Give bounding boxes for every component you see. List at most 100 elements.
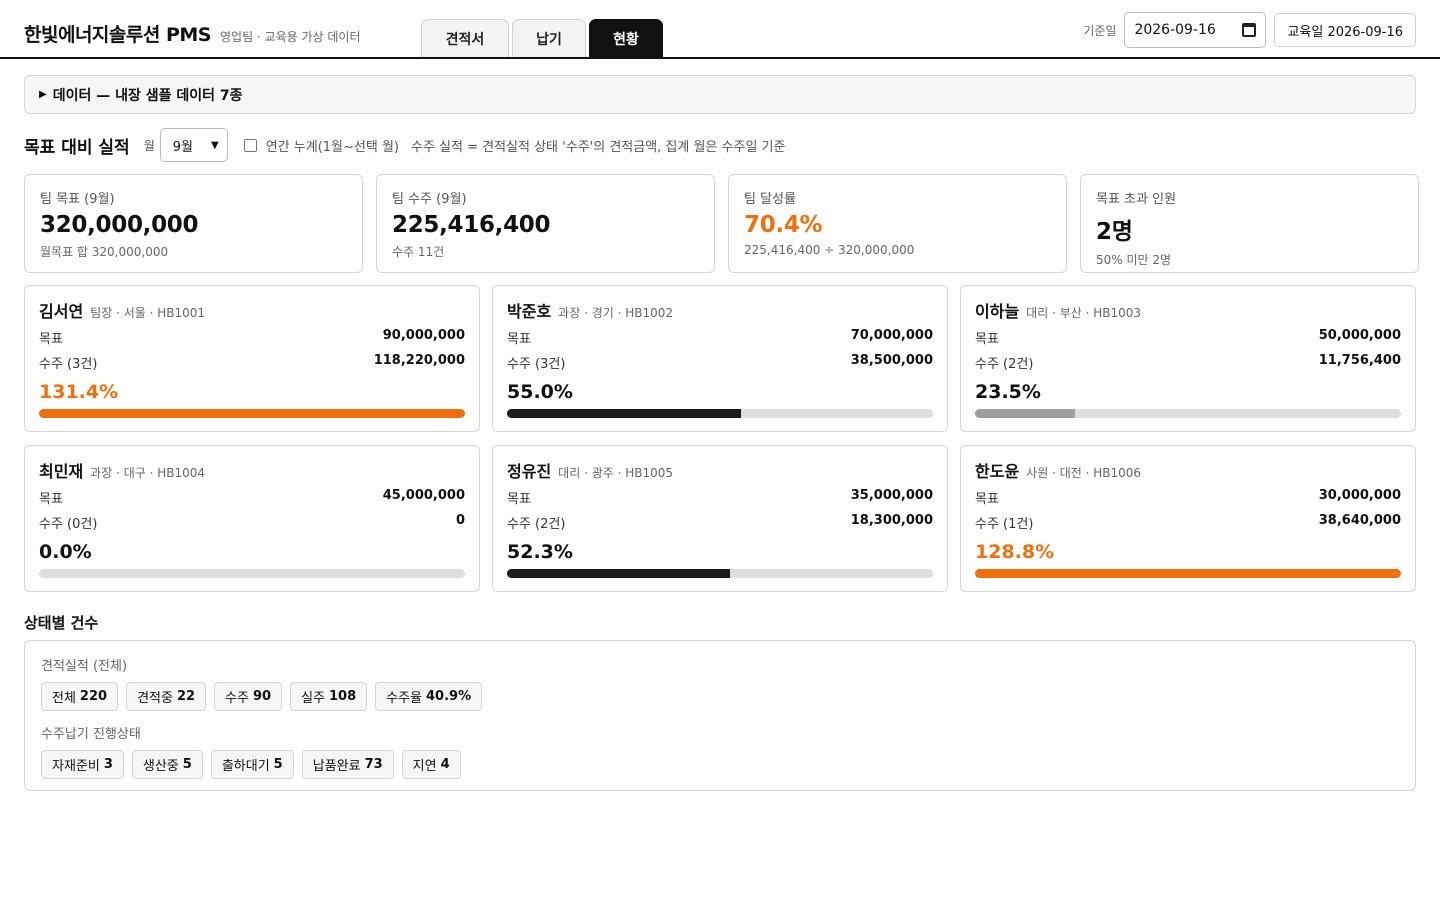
tab-bar: 견적서 납기 현황 [421,19,663,57]
status-chip: 실주 108 [290,682,368,711]
chip-count: 3 [103,757,113,772]
month-select[interactable]: 9월 ▼ [159,128,228,162]
app-title: 한빛에너지솔루션 PMS [24,24,211,46]
achievement-rate: 0.0% [39,541,92,563]
target-label: 목표 [39,332,63,347]
progress-bar [507,569,933,578]
chip-count: 22 [176,689,196,704]
person-meta: 대리 · 부산 · HB1003 [1026,306,1142,320]
section-title: 목표 대비 실적 [24,137,130,158]
progress-fill [507,409,742,418]
target-row: 목표 35,000,000 [507,488,933,507]
order-value: 38,640,000 [1318,513,1401,528]
person-header: 최민재 과장 · 대구 · HB1004 [39,458,465,482]
target-row: 목표 50,000,000 [975,328,1401,347]
status-chip: 납품완료 73 [301,750,394,779]
chip-label: 전체 [52,691,76,706]
progress-bar [39,569,465,578]
order-row: 수주 (3건) 118,220,000 [39,353,465,372]
status-chip-row: 전체 220 견적중 22 수주 90 실주 108 수주율 40.9% [41,682,1399,711]
status-chip: 출하대기 5 [210,750,294,779]
status-chip-row: 자재준비 3 생산중 5 출하대기 5 납품완료 73 지연 4 [41,750,1399,779]
kpi-value: 320,000,000 [40,212,199,238]
order-value: 11,756,400 [1318,353,1401,368]
base-date-input[interactable]: 2026-09-16 [1124,12,1267,48]
target-section-header: 목표 대비 실적 월 9월 ▼ 연간 누계(1월~선택 월) 수주 실적 = 견… [24,128,785,162]
person-header: 이하늘 대리 · 부산 · HB1003 [975,298,1401,322]
order-row: 수주 (3건) 38,500,000 [507,353,933,372]
header-controls: 기준일 2026-09-16 교육일 2026-09-16 [1083,12,1416,48]
tab-status[interactable]: 현황 [589,19,663,57]
status-title: 상태별 건수 [24,614,99,632]
chip-count: 90 [252,689,272,704]
progress-bar [975,409,1401,418]
achievement-rate: 55.0% [507,381,573,403]
person-header: 한도윤 사원 · 대전 · HB1006 [975,458,1401,482]
order-label: 수주 (3건) [507,357,566,372]
target-value: 30,000,000 [1318,488,1401,503]
status-chip: 수주 90 [214,682,283,711]
tab-quote[interactable]: 견적서 [421,19,509,57]
data-panel-toggle[interactable]: ▶ 데이터 — 내장 샘플 데이터 7종 [24,75,1416,114]
target-value: 90,000,000 [382,328,465,343]
order-label: 수주 (2건) [975,357,1034,372]
month-value: 9월 [172,139,193,155]
kpi-label: 팀 달성률 [744,192,796,207]
chip-label: 출하대기 [221,759,270,774]
kpi-card: 팀 달성률 70.4% 225,416,400 ÷ 320,000,000 [728,174,1067,273]
progress-fill [975,409,1076,418]
person-card: 이하늘 대리 · 부산 · HB1003 목표 50,000,000 수주 (2… [960,285,1416,432]
status-chip: 생산중 5 [131,750,203,779]
target-value: 50,000,000 [1318,328,1401,343]
progress-fill [39,409,465,418]
order-row: 수주 (2건) 11,756,400 [975,353,1401,372]
person-header: 김서연 팀장 · 서울 · HB1001 [39,298,465,322]
person-name: 김서연 [39,302,84,321]
order-label: 수주 (3건) [39,357,98,372]
progress-fill [507,569,730,578]
kpi-label: 목표 초과 인원 [1096,192,1177,207]
tab-delivery[interactable]: 납기 [512,19,586,57]
achievement-rate: 128.8% [975,541,1055,563]
kpi-card: 팀 목표 (9월) 320,000,000 월목표 합 320,000,000 [24,174,363,273]
target-row: 목표 70,000,000 [507,328,933,347]
chip-count: 108 [328,689,357,704]
edu-date-button[interactable]: 교육일 2026-09-16 [1274,13,1416,47]
kpi-card: 목표 초과 인원 2명 50% 미만 2명 [1080,174,1419,273]
order-label: 수주 (1건) [975,517,1034,532]
order-row: 수주 (0건) 0 [39,513,465,532]
order-value: 0 [455,513,465,528]
target-row: 목표 90,000,000 [39,328,465,347]
person-meta: 대리 · 광주 · HB1005 [558,466,674,480]
kpi-label: 팀 수주 (9월) [392,192,467,207]
status-chip: 전체 220 [41,682,119,711]
person-meta: 팀장 · 서울 · HB1001 [90,306,206,320]
chevron-down-icon: ▼ [211,139,219,151]
person-card: 정유진 대리 · 광주 · HB1005 목표 35,000,000 수주 (2… [492,445,948,592]
person-name: 정유진 [507,462,552,481]
target-label: 목표 [507,492,531,507]
target-value: 35,000,000 [850,488,933,503]
expand-triangle-icon: ▶ [39,89,47,100]
calendar-icon[interactable] [1242,23,1257,37]
person-header: 박준호 과장 · 경기 · HB1002 [507,298,933,322]
achievement-rate: 52.3% [507,541,573,563]
cumulative-checkbox[interactable] [243,138,257,152]
kpi-value: 2명 [1096,219,1133,245]
status-group-label: 수주납기 진행상태 [41,727,141,742]
kpi-label: 팀 목표 (9월) [40,192,115,207]
top-bar: 한빛에너지솔루션 PMS 영업팀 · 교육용 가상 데이터 견적서 납기 현황 … [0,0,1440,59]
status-box: 견적실적 (전체) 전체 220 견적중 22 수주 90 실주 108 수주율 40.9… [24,640,1416,791]
person-header: 정유진 대리 · 광주 · HB1005 [507,458,933,482]
progress-fill [975,569,1401,578]
chip-count: 73 [364,757,383,772]
progress-bar [975,569,1401,578]
target-label: 목표 [975,492,999,507]
person-name: 이하늘 [975,302,1020,321]
progress-bar [507,409,933,418]
target-value: 70,000,000 [850,328,933,343]
kpi-sub: 225,416,400 ÷ 320,000,000 [744,243,915,257]
kpi-value: 225,416,400 [392,212,551,238]
cumulative-label[interactable]: 연간 누계(1월~선택 월) [266,136,399,155]
month-label: 월 [143,138,155,153]
